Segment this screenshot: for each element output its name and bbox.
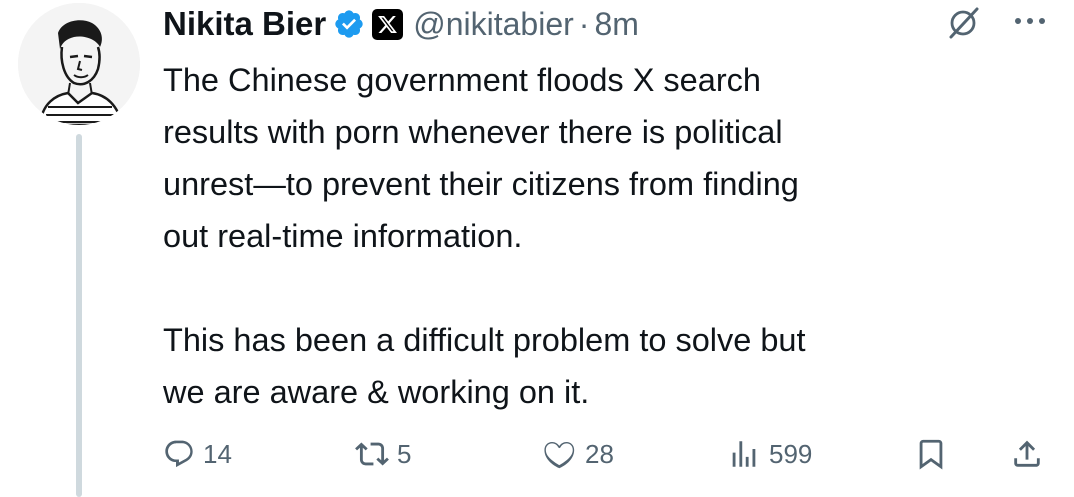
repost-button[interactable]: 5 — [355, 432, 411, 476]
reply-icon — [165, 440, 193, 468]
like-count: 28 — [585, 438, 614, 469]
share-upload-icon — [1014, 440, 1040, 467]
reply-button[interactable]: 14 — [163, 432, 232, 476]
bookmark-icon — [919, 439, 943, 470]
repost-icon — [355, 442, 389, 466]
like-button[interactable]: 28 — [543, 432, 614, 476]
tweet-paragraph: This has been a difficult problem to sol… — [163, 322, 806, 410]
analytics-bar-icon — [732, 441, 756, 467]
heart-icon — [544, 441, 575, 469]
grok-slash-icon[interactable] — [946, 6, 980, 40]
author-handle[interactable]: @nikitabier — [413, 6, 574, 43]
action-bar: 14 5 28 599 — [0, 432, 1074, 476]
tweet[interactable]: Nikita Bier @nikitabier · 8m The Chinese… — [0, 0, 1074, 497]
reply-count: 14 — [203, 438, 232, 469]
author-name[interactable]: Nikita Bier — [163, 5, 326, 43]
x-logo-badge-icon — [372, 8, 404, 40]
bookmark-button[interactable] — [914, 432, 948, 476]
repost-count: 5 — [397, 438, 412, 469]
more-options-icon[interactable] — [1010, 10, 1054, 32]
tweet-paragraph: The Chinese government floods X search r… — [163, 62, 799, 254]
share-button[interactable] — [1010, 432, 1044, 476]
verified-badge-icon[interactable] — [333, 8, 365, 40]
tweet-text: The Chinese government floods X search r… — [163, 54, 1043, 418]
tweet-header: Nikita Bier @nikitabier · 8m — [163, 2, 639, 46]
header-separator: · — [578, 5, 590, 42]
views-button[interactable]: 599 — [727, 432, 812, 476]
author-avatar[interactable] — [18, 3, 140, 125]
views-count: 599 — [769, 438, 813, 469]
post-time[interactable]: 8m — [594, 6, 638, 43]
sketched-portrait-icon — [18, 3, 140, 125]
